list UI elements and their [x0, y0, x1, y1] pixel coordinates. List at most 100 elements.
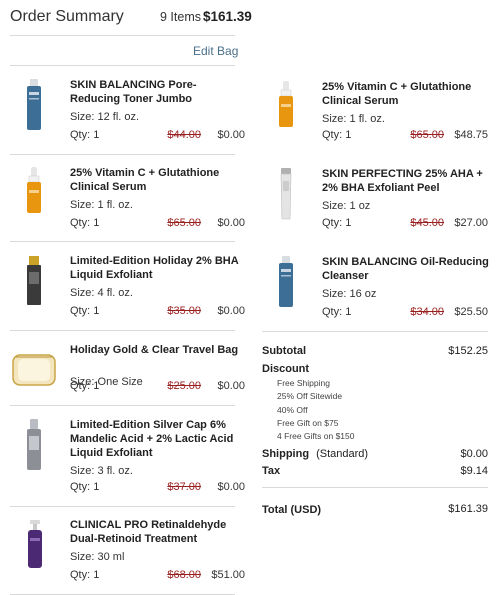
quantity: Qty: 1 — [70, 380, 99, 392]
size-value: 4 fl. oz. — [97, 287, 133, 299]
original-price: $65.00 — [167, 217, 201, 229]
qty-value: 1 — [93, 305, 100, 317]
size-prefix: Size: — [322, 113, 350, 125]
original-price: $25.00 — [167, 380, 201, 392]
discount-label: Discount — [262, 363, 310, 375]
product-name: Limited-Edition Silver Cap 6% Mandelic A… — [70, 419, 234, 459]
line-item: SKIN BALANCING Oil-Reducing Cleanser Size… — [262, 255, 489, 343]
product-image — [10, 518, 58, 572]
line-item: SKIN PERFECTING 25% AHA + 2% BHA Exfolia… — [262, 167, 488, 255]
qty-value: 1 — [93, 380, 100, 392]
qty-prefix: Qty: — [322, 129, 346, 141]
product-size: Size: 4 fl. oz. — [70, 287, 133, 299]
sale-price: $51.00 — [211, 569, 245, 581]
quantity: Qty: 1 — [70, 305, 99, 317]
product-image — [10, 418, 58, 472]
items-count: 9 Items — [160, 10, 201, 24]
qty-value: 1 — [93, 129, 100, 141]
size-prefix: Size: — [70, 111, 98, 123]
qty-value: 1 — [93, 217, 100, 229]
product-size: Size: 1 oz — [322, 200, 370, 212]
size-value: 3 fl. oz. — [97, 465, 133, 477]
item-divider — [10, 241, 235, 242]
product-name: Holiday Gold & Clear Travel Bag — [70, 344, 239, 356]
line-item: SKIN BALANCING Pore-Reducing Toner Jumbo… — [10, 78, 246, 166]
qty-value: 1 — [345, 217, 352, 229]
tax-label: Tax — [262, 465, 281, 477]
product-size: Size: 30 ml — [70, 551, 124, 563]
size-prefix: Size: — [322, 200, 350, 212]
qty-prefix: Qty: — [70, 129, 94, 141]
size-value: 1 fl. oz. — [349, 113, 385, 125]
product-size: Size: 3 fl. oz. — [70, 465, 133, 477]
shipping-label-text: Shipping — [262, 448, 310, 460]
product-size: Size: 1 fl. oz. — [322, 113, 385, 125]
qty-prefix: Qty: — [70, 217, 94, 229]
discount-line: 40% Off — [277, 405, 308, 415]
header-divider — [10, 35, 235, 36]
product-image — [262, 167, 310, 221]
total-divider — [262, 487, 488, 488]
quantity: Qty: 1 — [322, 217, 351, 229]
sale-price: $0.00 — [217, 129, 245, 141]
size-prefix: Size: — [70, 199, 98, 211]
qty-prefix: Qty: — [70, 305, 94, 317]
quantity: Qty: 1 — [322, 306, 351, 318]
size-prefix: Size: — [70, 465, 98, 477]
size-value: 12 fl. oz. — [97, 111, 140, 123]
original-price: $68.00 — [167, 569, 201, 581]
subtotal-label: Subtotal — [262, 345, 306, 357]
line-item: Limited-Edition Holiday 2% BHA Liquid Ex… — [10, 254, 246, 342]
line-item: 25% Vitamin C + Glutathione Clinical Ser… — [262, 80, 488, 168]
size-value: 1 oz — [349, 200, 371, 212]
line-item: CLINICAL PRO Retinaldehyde Dual-Retinoid… — [10, 518, 246, 595]
item-divider — [10, 330, 235, 331]
order-summary-header: Order Summary 9 Items $161.39 — [10, 8, 490, 28]
sale-price: $48.75 — [454, 129, 488, 141]
subtotal-value: $152.25 — [448, 345, 488, 357]
product-image — [262, 80, 310, 134]
original-price: $34.00 — [410, 306, 444, 318]
sale-price: $27.00 — [454, 217, 488, 229]
product-size: Size: 1 fl. oz. — [70, 199, 133, 211]
product-name: Limited-Edition Holiday 2% BHA Liquid Ex… — [70, 255, 239, 281]
item-divider — [10, 506, 235, 507]
size-prefix: Size: — [70, 551, 98, 563]
discount-line: 4 Free Gifts on $150 — [277, 431, 355, 441]
item-divider — [10, 405, 235, 406]
shipping-method: (Standard) — [316, 448, 369, 460]
qty-value: 1 — [345, 129, 352, 141]
discount-line: 25% Off Sitewide — [277, 391, 343, 401]
size-value: 16 oz — [349, 288, 377, 300]
size-value: 30 ml — [97, 551, 125, 563]
original-price: $45.00 — [410, 217, 444, 229]
original-price: $37.00 — [167, 481, 201, 493]
original-price: $65.00 — [410, 129, 444, 141]
product-name: SKIN PERFECTING 25% AHA + 2% BHA Exfolia… — [322, 168, 483, 194]
qty-prefix: Qty: — [70, 569, 94, 581]
total-label: Total (USD) — [262, 504, 322, 516]
size-prefix: Size: — [322, 288, 350, 300]
sale-price: $0.00 — [217, 481, 245, 493]
product-name: CLINICAL PRO Retinaldehyde Dual-Retinoid… — [70, 519, 227, 545]
discount-line: Free Gift on $75 — [277, 418, 339, 428]
product-image — [262, 255, 310, 309]
edit-bag-divider — [10, 65, 235, 66]
shipping-value: $0.00 — [460, 448, 488, 460]
size-value: One Size — [97, 376, 143, 388]
qty-value: 1 — [93, 569, 100, 581]
order-summary-title: Order Summary — [10, 8, 124, 25]
summary-top-divider — [262, 331, 488, 332]
original-price: $44.00 — [167, 129, 201, 141]
product-name: SKIN BALANCING Pore-Reducing Toner Jumbo — [70, 79, 197, 105]
edit-bag-link[interactable]: Edit Bag — [193, 44, 238, 58]
qty-prefix: Qty: — [70, 380, 94, 392]
sale-price: $25.50 — [454, 306, 488, 318]
sale-price: $0.00 — [217, 217, 245, 229]
product-name: SKIN BALANCING Oil-Reducing Cleanser — [322, 256, 489, 282]
quantity: Qty: 1 — [70, 129, 99, 141]
quantity: Qty: 1 — [70, 217, 99, 229]
tax-value: $9.14 — [460, 465, 488, 477]
product-name: 25% Vitamin C + Glutathione Clinical Ser… — [322, 81, 472, 107]
quantity: Qty: 1 — [70, 569, 99, 581]
